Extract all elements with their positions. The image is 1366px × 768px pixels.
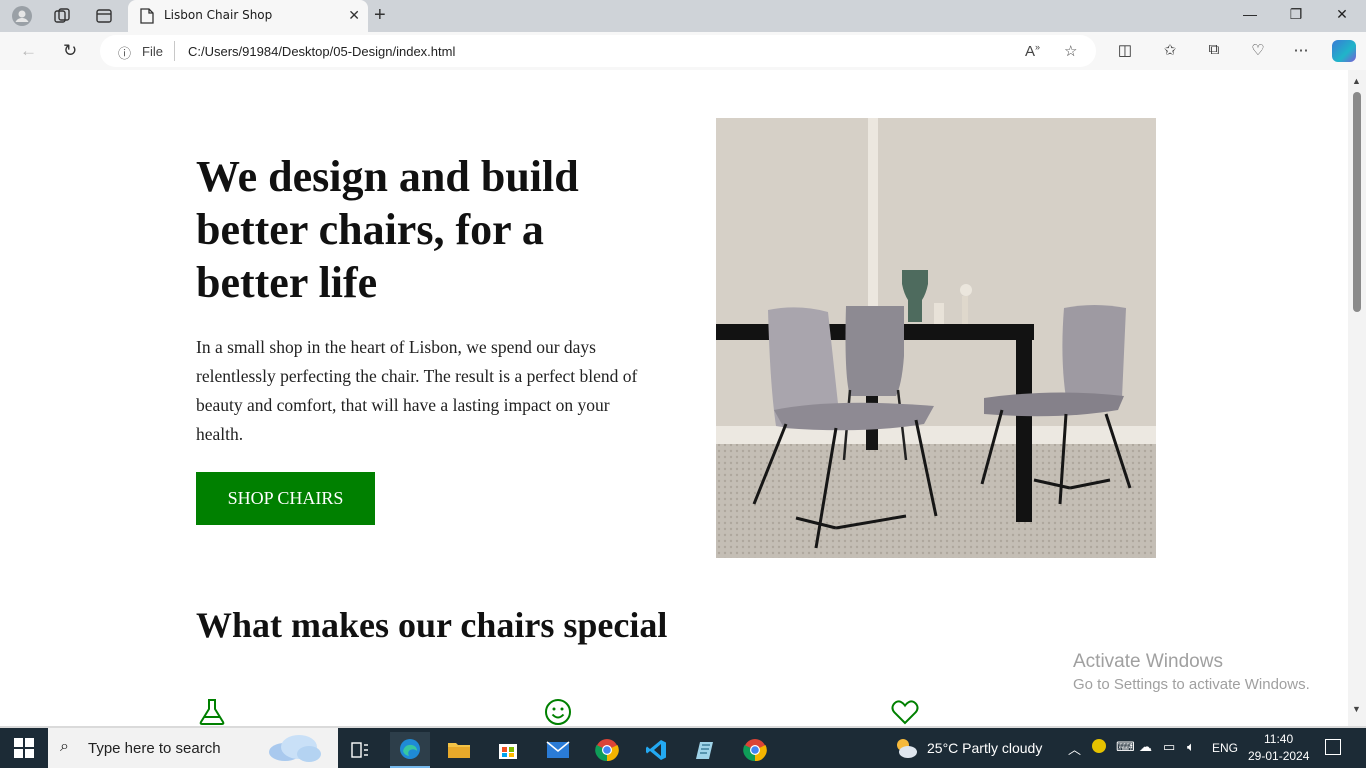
read-aloud-icon[interactable]: A»	[1025, 42, 1040, 60]
copilot-icon[interactable]	[1332, 40, 1356, 62]
clock-time[interactable]: 11:40	[1264, 732, 1293, 746]
windows-taskbar: ⌕ Type here to search 25°C Partly cloudy…	[0, 728, 1366, 768]
scroll-down-arrow-icon[interactable]: ▼	[1352, 704, 1361, 714]
minimize-icon[interactable]: —	[1240, 6, 1260, 22]
scroll-up-arrow-icon[interactable]: ▲	[1352, 76, 1361, 86]
favorites-icon[interactable]: ✩	[1159, 41, 1181, 59]
address-scheme-label: File	[142, 44, 163, 59]
features-title: What makes our chairs special	[196, 605, 668, 645]
back-icon[interactable]: ←	[20, 41, 37, 61]
restore-icon[interactable]: ❐	[1286, 6, 1306, 23]
clock-date[interactable]: 29-01-2024	[1248, 749, 1309, 763]
browser-tab[interactable]: Lisbon Chair Shop ✕	[128, 0, 368, 32]
address-divider	[174, 41, 175, 61]
activate-windows-subtitle: Go to Settings to activate Windows.	[1073, 676, 1310, 693]
edge-taskbar-icon[interactable]	[390, 732, 430, 768]
notes-app-icon[interactable]	[685, 732, 725, 768]
show-hidden-icons-icon[interactable]: ︿	[1068, 739, 1081, 758]
store-icon[interactable]	[488, 732, 528, 768]
chrome-profile-icon[interactable]	[735, 732, 775, 768]
windows-start-icon[interactable]	[14, 738, 34, 758]
battery-icon[interactable]: ▭	[1163, 739, 1175, 755]
scroll-thumb[interactable]	[1353, 92, 1361, 312]
info-icon[interactable]: ⓘ	[118, 43, 131, 62]
notifications-icon[interactable]	[1325, 739, 1341, 755]
address-bar[interactable]: ⓘ File C:/Users/91984/Desktop/05-Design/…	[100, 35, 1096, 67]
mail-icon[interactable]	[538, 732, 578, 768]
tab-title: Lisbon Chair Shop	[164, 8, 273, 22]
split-screen-icon[interactable]: ◫	[1114, 41, 1136, 59]
tray-app-icon[interactable]	[1092, 739, 1106, 756]
meet-icon[interactable]: ⌨	[1116, 739, 1135, 755]
task-view-icon[interactable]	[340, 732, 380, 768]
taskbar-search-box[interactable]: ⌕ Type here to search	[48, 728, 338, 768]
web-page: We design and build better chairs, for a…	[4, 70, 1348, 726]
hero-image	[716, 118, 1156, 558]
file-explorer-icon[interactable]	[439, 732, 479, 768]
hero-description: In a small shop in the heart of Lisbon, …	[196, 337, 638, 444]
volume-icon[interactable]: 🔈︎	[1187, 739, 1195, 755]
vscode-icon[interactable]	[636, 732, 676, 768]
search-placeholder: Type here to search	[88, 740, 221, 757]
refresh-icon[interactable]: ↻	[63, 41, 77, 61]
language-indicator[interactable]: ENG	[1212, 741, 1238, 755]
heart-icon	[890, 697, 920, 726]
hero-title: We design and build better chairs, for a…	[196, 152, 579, 307]
more-menu-icon[interactable]: ⋯	[1290, 41, 1312, 59]
weather-text[interactable]: 25°C Partly cloudy	[927, 740, 1042, 756]
page-icon	[140, 8, 154, 29]
workspaces-icon[interactable]	[52, 6, 72, 26]
shop-chairs-button[interactable]: SHOP CHAIRS	[196, 472, 375, 525]
weather-icon[interactable]	[893, 735, 919, 766]
browser-toolbar: ← ↻ ⓘ File C:/Users/91984/Desktop/05-Des…	[0, 32, 1366, 70]
close-tab-icon[interactable]: ✕	[348, 7, 360, 24]
close-window-icon[interactable]: ✕	[1332, 6, 1352, 23]
onedrive-icon[interactable]: ☁	[1139, 739, 1152, 755]
search-icon: ⌕	[60, 738, 69, 755]
search-highlight-icon	[263, 732, 323, 764]
smile-icon	[543, 697, 573, 726]
flask-icon	[197, 697, 227, 726]
chrome-icon[interactable]	[587, 732, 627, 768]
url-text[interactable]: C:/Users/91984/Desktop/05-Design/index.h…	[188, 44, 455, 59]
new-tab-icon[interactable]: +	[374, 4, 386, 27]
page-scrollbar[interactable]: ▲ ▼	[1348, 70, 1366, 726]
profile-icon[interactable]	[12, 6, 32, 26]
collections-icon[interactable]: ⧉	[1203, 41, 1225, 58]
activate-windows-title: Activate Windows	[1073, 651, 1223, 672]
browser-essentials-icon[interactable]: ♡	[1247, 41, 1269, 59]
browser-title-bar: Lisbon Chair Shop ✕ + — ❐ ✕	[0, 0, 1366, 32]
favorite-star-icon[interactable]: ☆	[1064, 42, 1077, 60]
vertical-tabs-icon[interactable]	[94, 6, 114, 26]
